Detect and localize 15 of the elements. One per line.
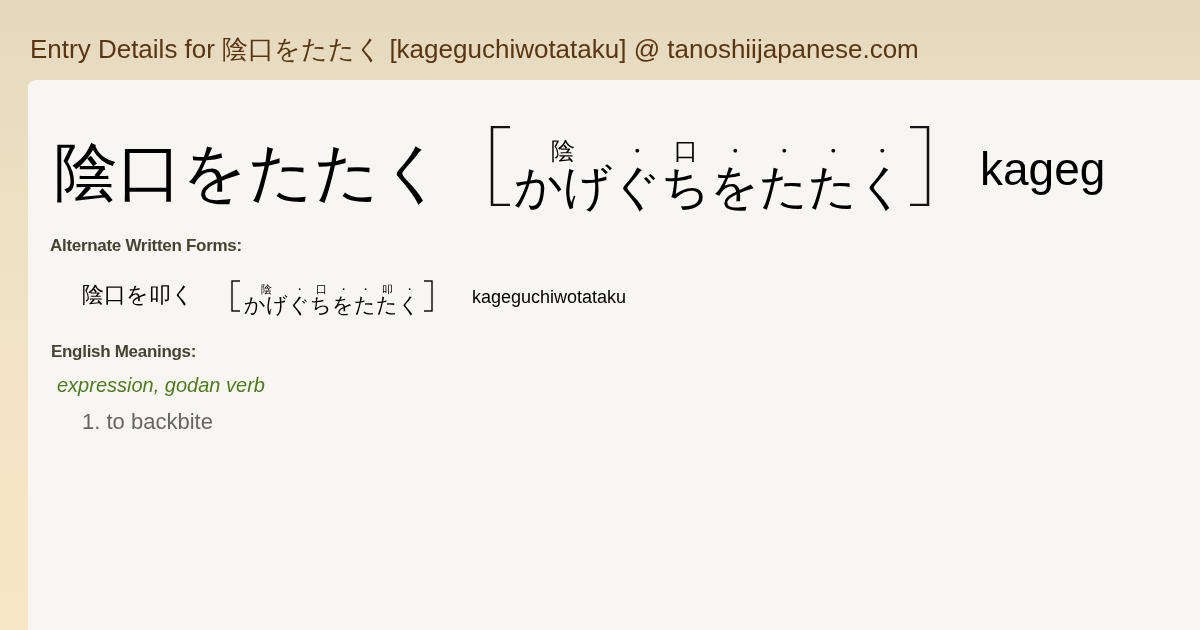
closing-bracket-icon — [423, 280, 435, 312]
romaji-text: kageguchiwotataku — [472, 287, 627, 308]
meaning-text: 1. to backbite — [82, 409, 213, 435]
kana-reading: かげ 陰 ぐ ・ ち 口 を ・ た ・ た 叩 く ・ — [244, 284, 420, 316]
alternate-word: 陰口を叩く — [82, 281, 194, 309]
kana-reading: かげ 陰 ぐ ・ ち 口 を ・ た ・ た ・ く ・ — [514, 139, 906, 210]
section-heading: English Meanings: — [51, 342, 197, 362]
romaji-text: kageg — [980, 142, 1106, 196]
closing-bracket-icon — [909, 126, 931, 206]
page-title: Entry Details for 陰口をたたく [kageguchiwotataku] @ tanoshiijapanese.com — [30, 33, 919, 66]
part-of-speech: expression, godan verb — [57, 374, 265, 397]
opening-bracket-icon — [229, 280, 241, 312]
entry-word: 陰口をたたく — [54, 140, 446, 204]
section-heading: Alternate Written Forms: — [50, 236, 242, 256]
opening-bracket-icon — [489, 126, 511, 206]
